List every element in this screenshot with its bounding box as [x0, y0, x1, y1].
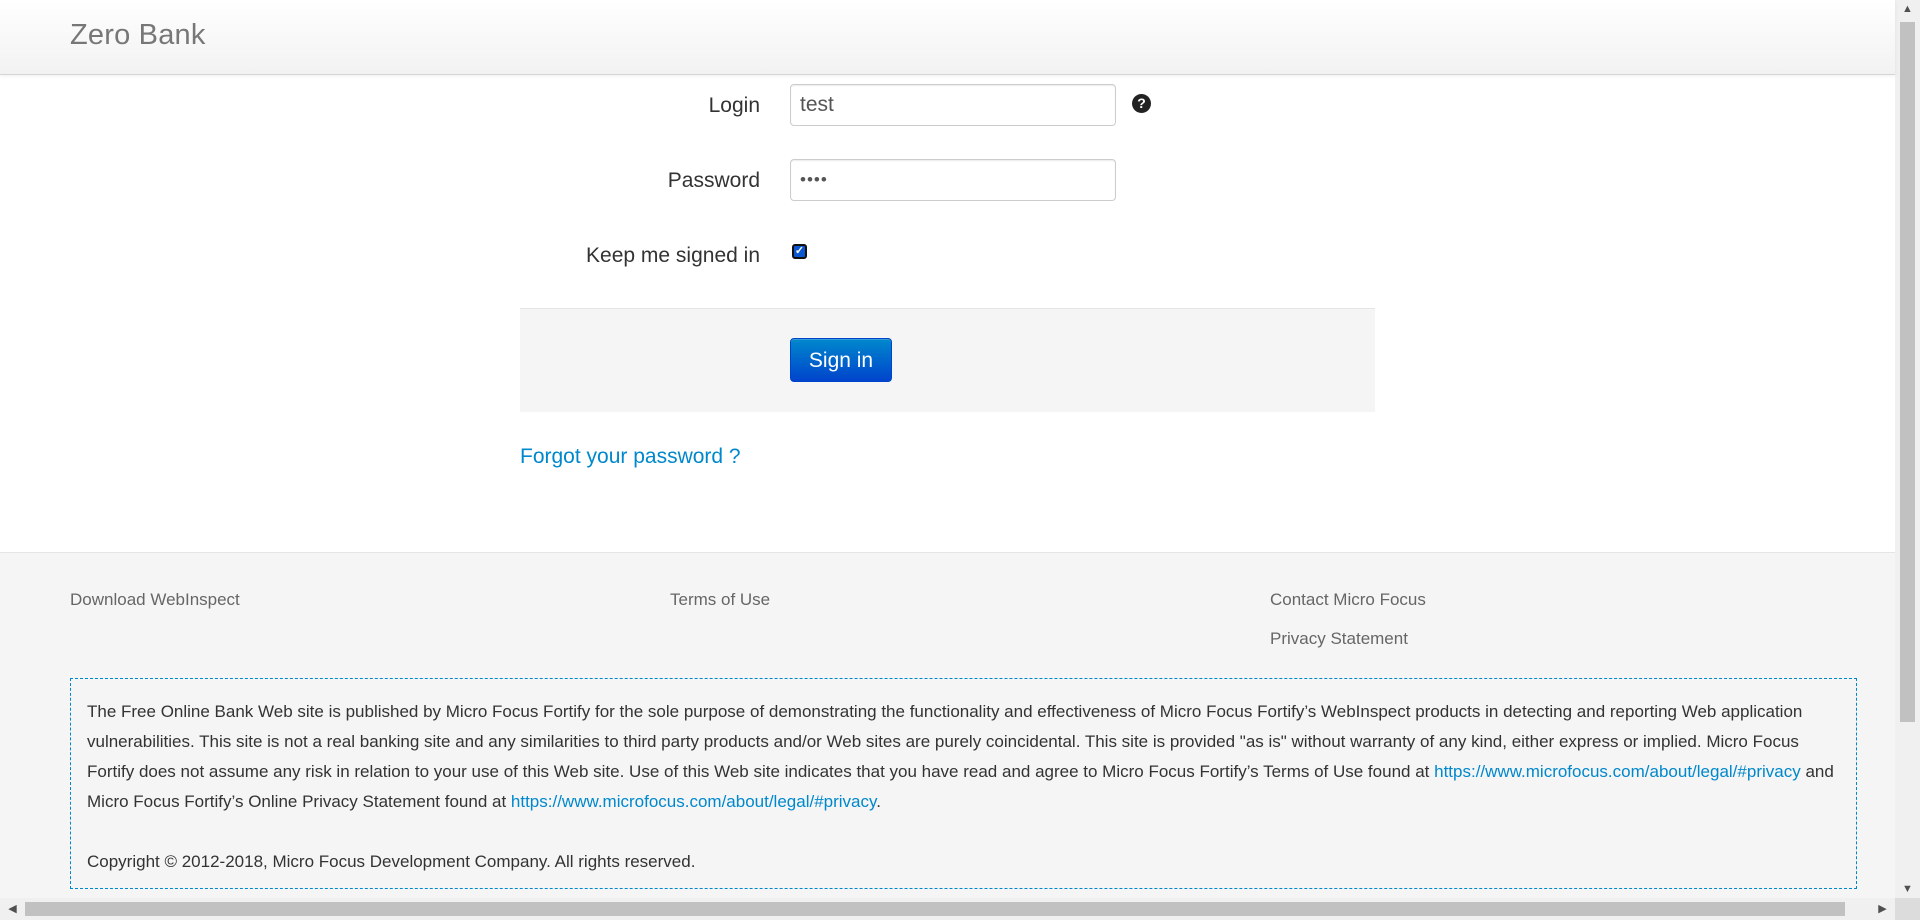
- brand-logo[interactable]: Zero Bank: [70, 19, 206, 52]
- horizontal-scroll-thumb[interactable]: [25, 902, 1845, 916]
- disclaimer-box: The Free Online Bank Web site is publish…: [70, 678, 1857, 889]
- download-webinspect-link[interactable]: Download WebInspect: [70, 590, 240, 610]
- terms-of-use-link[interactable]: Terms of Use: [670, 590, 770, 610]
- horizontal-scrollbar[interactable]: ◀ ▶: [0, 898, 1895, 920]
- scroll-up-arrow-icon[interactable]: ▲: [1895, 0, 1920, 18]
- login-label: Login: [708, 94, 760, 117]
- remember-me-label: Keep me signed in: [586, 244, 760, 267]
- question-circle-icon[interactable]: ?: [1132, 94, 1151, 113]
- password-label: Password: [667, 169, 760, 192]
- scrollbar-corner: [1895, 898, 1920, 920]
- footer: Download WebInspect Terms of Use Contact…: [0, 552, 1895, 899]
- vertical-scroll-thumb[interactable]: [1900, 22, 1915, 722]
- copyright-text: Copyright © 2012-2018, Micro Focus Devel…: [87, 852, 696, 871]
- privacy-statement-link[interactable]: Privacy Statement: [1270, 629, 1408, 649]
- scroll-right-arrow-icon[interactable]: ▶: [1870, 898, 1895, 920]
- form-actions: Sign in: [520, 308, 1375, 412]
- forgot-password-link[interactable]: Forgot your password ?: [520, 445, 741, 469]
- vertical-scrollbar[interactable]: ▲ ▼: [1895, 0, 1920, 898]
- scroll-down-arrow-icon[interactable]: ▼: [1895, 880, 1920, 898]
- password-input[interactable]: ••••: [790, 159, 1116, 201]
- login-input[interactable]: test: [790, 84, 1116, 126]
- disclaimer-text: The Free Online Bank Web site is publish…: [87, 702, 1834, 811]
- sign-in-button[interactable]: Sign in: [790, 338, 892, 382]
- privacy-url-link-1[interactable]: https://www.microfocus.com/about/legal/#…: [1434, 762, 1801, 781]
- privacy-url-link-2[interactable]: https://www.microfocus.com/about/legal/#…: [511, 792, 876, 811]
- contact-micro-focus-link[interactable]: Contact Micro Focus: [1270, 590, 1426, 610]
- top-navbar: Zero Bank: [0, 0, 1895, 75]
- scroll-left-arrow-icon[interactable]: ◀: [0, 898, 25, 920]
- remember-me-checkbox[interactable]: ✓: [792, 244, 807, 259]
